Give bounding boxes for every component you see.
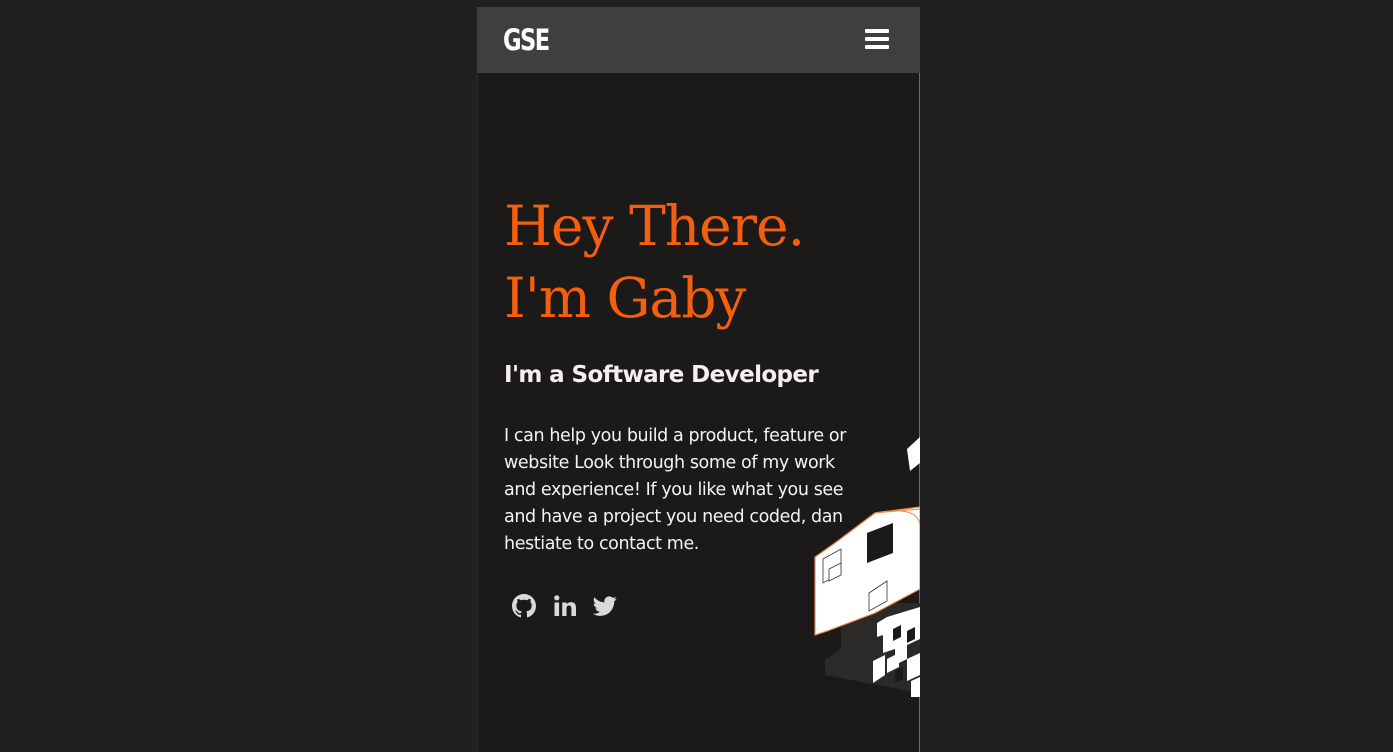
intro-line: and have a project you need coded, dan xyxy=(504,507,843,527)
menu-bar xyxy=(865,45,889,49)
intro-line: I can help you build a product, feature … xyxy=(504,426,846,446)
hero-title-line-2: I'm Gaby xyxy=(504,266,747,330)
intro-line: hestiate to contact me. xyxy=(504,534,699,554)
hero-intro: I can help you build a product, feature … xyxy=(504,423,884,558)
twitter-icon[interactable] xyxy=(593,594,617,618)
menu-bar xyxy=(865,37,889,41)
hero-title: Hey There. I'm Gaby xyxy=(504,190,805,334)
site-logo[interactable]: GSE xyxy=(503,21,550,59)
intro-line: website Look through some of my work xyxy=(504,453,835,473)
mobile-viewport: GSE Hey There. I'm Gaby I'm a Software D… xyxy=(477,7,920,752)
menu-bar xyxy=(865,29,889,33)
github-icon[interactable] xyxy=(512,594,536,618)
navbar: GSE xyxy=(477,7,920,73)
hero-title-line-1: Hey There. xyxy=(504,194,805,258)
hero-subtitle: I'm a Software Developer xyxy=(504,362,819,388)
hamburger-menu-icon[interactable] xyxy=(865,28,891,52)
linkedin-icon[interactable] xyxy=(553,594,577,618)
intro-line: and experience! If you like what you see xyxy=(504,480,844,500)
